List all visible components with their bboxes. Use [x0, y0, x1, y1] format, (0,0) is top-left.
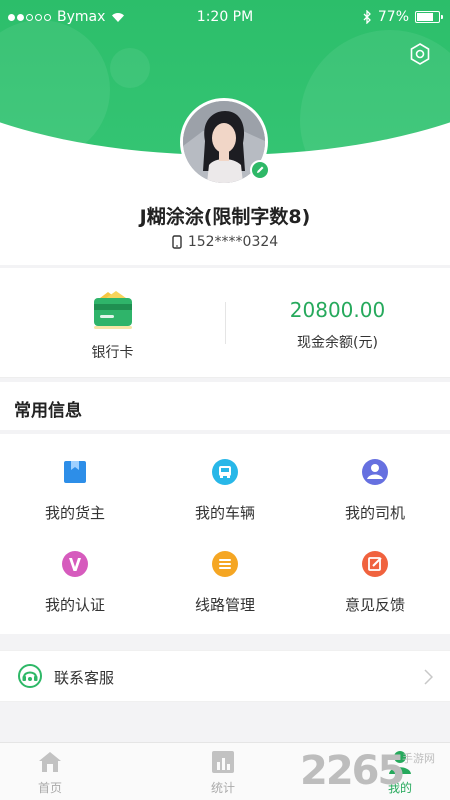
chevron-right-icon	[424, 669, 433, 685]
grid-item-route[interactable]: 线路管理	[150, 526, 300, 616]
contact-support-label: 联系客服	[54, 669, 115, 687]
vehicle-icon	[212, 459, 238, 485]
settings-icon[interactable]	[408, 42, 432, 66]
grid-item-shipper[interactable]: 我的货主	[0, 434, 150, 524]
bank-card-icon	[94, 291, 132, 329]
tab-label: 统计	[210, 781, 235, 795]
status-bar: Bymax 1:20 PM 77%	[0, 0, 450, 34]
grid-item-vehicle[interactable]: 我的车辆	[150, 434, 300, 524]
section-title: 常用信息	[14, 401, 82, 421]
shipper-icon	[64, 461, 86, 483]
profile-header: Bymax 1:20 PM 77% J糊涂涂(限制字数8) 152****032…	[0, 0, 450, 265]
grid-item-label: 我的车辆	[194, 504, 255, 522]
grid-item-label: 我的认证	[44, 596, 105, 614]
battery-percent: 77%	[377, 9, 409, 25]
watermark-text: 手游网	[402, 752, 435, 765]
cash-balance-entry[interactable]: 20800.00 现金余额(元)	[225, 268, 450, 378]
cash-balance-label: 现金余额(元)	[297, 335, 378, 351]
grid-item-feedback[interactable]: 意见反馈	[300, 526, 450, 616]
feedback-icon	[362, 551, 388, 577]
certification-icon	[62, 551, 88, 577]
home-icon	[39, 752, 61, 772]
bank-card-label: 银行卡	[91, 345, 134, 361]
phone-number: 152****0324	[187, 234, 279, 250]
route-icon	[212, 551, 238, 577]
site-watermark: 2265 手游网	[300, 744, 450, 796]
cash-balance-value: 20800.00	[289, 298, 386, 322]
wallet-card: 银行卡 20800.00 现金余额(元)	[0, 268, 450, 378]
username: J糊涂涂(限制字数8)	[139, 206, 311, 228]
driver-icon	[362, 459, 388, 485]
tab-home[interactable]: 首页	[0, 743, 125, 800]
stats-icon	[212, 751, 234, 773]
battery-icon	[415, 11, 443, 23]
decor-bubble	[110, 48, 150, 88]
grid-item-label: 线路管理	[194, 596, 255, 614]
common-info-grid: 我的货主 我的车辆 我的司机 我的认证 线路管理 意见反馈	[0, 434, 450, 634]
watermark-number: 2265	[300, 748, 405, 794]
grid-item-driver[interactable]: 我的司机	[300, 434, 450, 524]
contact-support-row[interactable]: 联系客服	[0, 650, 450, 702]
tab-label: 首页	[37, 781, 62, 795]
phone-icon	[172, 235, 182, 249]
headset-icon	[18, 664, 42, 688]
grid-item-label: 我的司机	[344, 504, 405, 522]
grid-item-label: 意见反馈	[344, 596, 405, 614]
phone-row: 152****0324	[0, 234, 450, 250]
common-info-header: 常用信息	[0, 382, 450, 430]
pencil-icon	[257, 166, 264, 173]
tab-stats[interactable]: 统计	[148, 743, 298, 800]
edit-avatar-button[interactable]	[250, 160, 270, 180]
bluetooth-icon	[363, 10, 371, 24]
bank-card-entry[interactable]: 银行卡	[0, 268, 225, 378]
grid-item-certification[interactable]: 我的认证	[0, 526, 150, 616]
grid-item-label: 我的货主	[44, 504, 105, 522]
